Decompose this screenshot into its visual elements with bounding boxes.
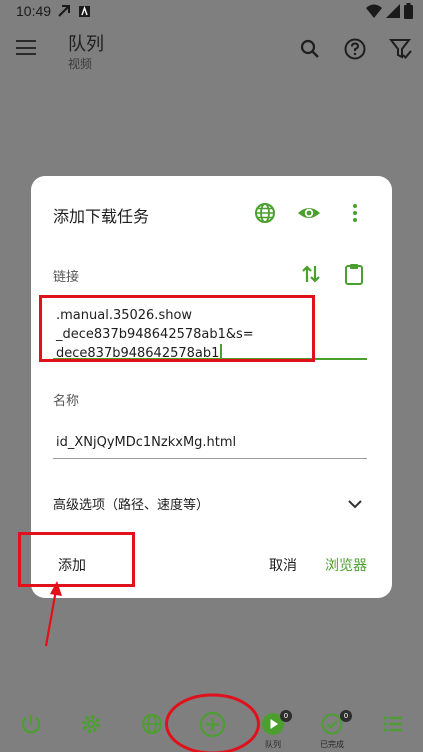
advanced-options-label[interactable]: 高级选项（路径、速度等） [53, 494, 209, 513]
search-icon[interactable] [298, 37, 322, 61]
highlight-add-box [18, 532, 135, 587]
eye-icon[interactable] [297, 201, 321, 225]
queue-badge: 0 [280, 710, 292, 722]
name-field-underline [53, 458, 367, 459]
wifi-icon [366, 4, 382, 18]
status-time: 10:49 [16, 3, 52, 19]
list-icon[interactable] [381, 712, 405, 736]
menu-icon[interactable] [16, 40, 36, 58]
page-title: 队列 [68, 34, 104, 55]
power-icon[interactable] [19, 712, 43, 736]
add-circle-icon[interactable] [199, 711, 226, 738]
highlight-link-box [39, 295, 315, 362]
cancel-button[interactable]: 取消 [269, 555, 297, 575]
link-label: 链接 [53, 270, 80, 285]
help-icon[interactable] [343, 37, 367, 61]
more-options-icon[interactable] [343, 201, 367, 225]
highlight-arrow-icon [44, 581, 62, 647]
clipboard-icon[interactable] [342, 262, 366, 286]
globe-icon[interactable] [253, 201, 277, 225]
bottom-navigation: 0 队列 0 已完成 [0, 700, 423, 752]
app-notification-icon [79, 5, 90, 17]
swap-vertical-icon[interactable] [299, 262, 323, 286]
browser-button[interactable]: 浏览器 [325, 555, 367, 575]
signal-icon [386, 4, 400, 18]
settings-gear-icon[interactable] [79, 712, 103, 736]
status-bar: 10:49 [0, 0, 423, 24]
queue-label: 队列 [265, 740, 281, 749]
filter-icon[interactable] [389, 37, 413, 61]
call-forward-icon [58, 5, 70, 17]
completed-label: 已完成 [320, 740, 344, 749]
battery-icon [404, 3, 413, 19]
dialog-title: 添加下载任务 [53, 207, 150, 226]
name-label: 名称 [53, 394, 80, 409]
app-bar: 队列 视频 [0, 24, 423, 80]
page-subtitle: 视频 [68, 57, 93, 71]
completed-badge: 0 [340, 710, 352, 722]
browser-globe-icon[interactable] [140, 712, 164, 736]
name-input[interactable]: id_XNjQyMDc1NzkxMg.html [56, 433, 356, 452]
chevron-down-icon[interactable] [343, 492, 367, 516]
